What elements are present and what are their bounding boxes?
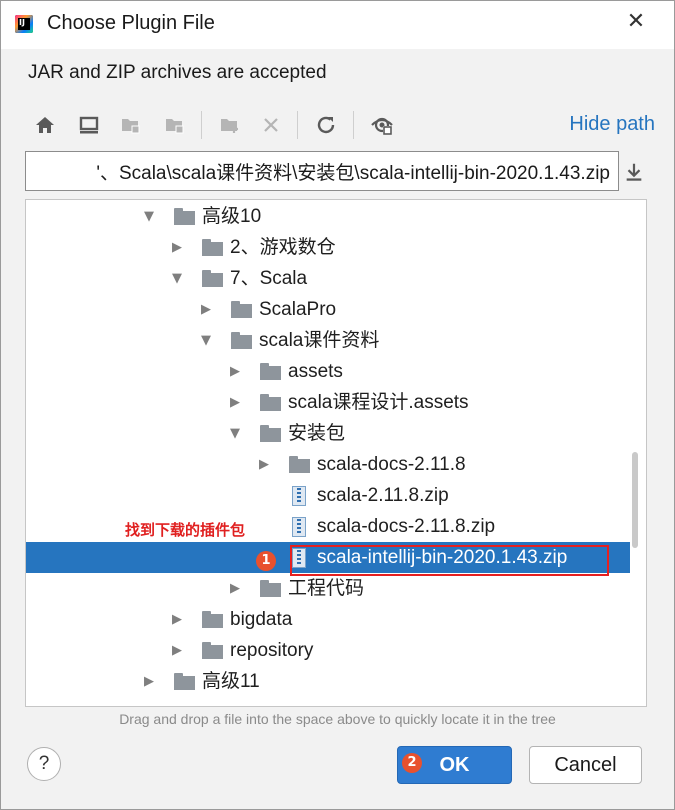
toolbar-separator [201, 111, 202, 139]
folder-icon [260, 394, 281, 411]
dialog-description: JAR and ZIP archives are accepted [28, 62, 327, 83]
folder-icon [260, 363, 281, 380]
file-chooser-toolbar: Hide path [25, 105, 655, 145]
collapsed-arrow-icon[interactable]: ▶ [227, 387, 243, 418]
path-field-container [25, 151, 619, 191]
folder-icon [260, 425, 281, 442]
toolbar-separator [297, 111, 298, 139]
expanded-arrow-icon[interactable]: ▼ [198, 325, 214, 356]
hide-path-link[interactable]: Hide path [569, 113, 655, 136]
expanded-arrow-icon[interactable]: ▼ [227, 418, 243, 449]
tree-item[interactable]: scala-docs-2.11.8.zip [26, 511, 646, 542]
file-path-input[interactable] [26, 152, 618, 190]
collapsed-arrow-icon[interactable]: ▶ [169, 635, 185, 666]
annotation-highlight-box [290, 545, 609, 576]
zip-file-icon [292, 486, 306, 506]
tree-item-label: ScalaPro [259, 299, 337, 320]
tree-item[interactable]: ▶ 2、游戏数仓 [26, 232, 646, 263]
project-icon[interactable] [119, 113, 143, 137]
tree-item[interactable]: ▶ ScalaPro [26, 294, 646, 325]
title-bar: IJ Choose Plugin File ✕ [1, 1, 674, 49]
annotation-find-plugin: 找到下载的插件包 [125, 521, 246, 539]
tree-item-label: scala-docs-2.11.8.zip [317, 516, 496, 537]
tree-item-label: scala课程设计.assets [288, 392, 469, 413]
folder-icon [260, 580, 281, 597]
desktop-icon[interactable] [77, 113, 101, 137]
tree-item[interactable]: ▶ 高级11 [26, 666, 646, 697]
show-hidden-icon[interactable] [370, 113, 394, 137]
collapsed-arrow-icon[interactable]: ▶ [198, 294, 214, 325]
close-button[interactable]: ✕ [619, 7, 653, 37]
tree-item-label: scala课件资料 [259, 330, 380, 351]
step-2-badge: 2 [402, 753, 422, 773]
tree-item[interactable]: ▶ scala课程设计.assets [26, 387, 646, 418]
collapsed-arrow-icon[interactable]: ▶ [227, 356, 243, 387]
tree-item-label: scala-docs-2.11.8 [317, 454, 466, 475]
collapsed-arrow-icon[interactable]: ▶ [256, 449, 272, 480]
tree-item[interactable]: ▼ scala课件资料 [26, 325, 646, 356]
tree-item-label: 7、Scala [230, 268, 308, 289]
choose-plugin-file-dialog: IJ Choose Plugin File ✕ JAR and ZIP arch… [0, 0, 675, 810]
tree-item[interactable]: ▶ scala-docs-2.11.8 [26, 449, 646, 480]
refresh-icon[interactable] [314, 113, 338, 137]
tree-item[interactable]: ▼ 安装包 [26, 418, 646, 449]
tree-item-label: 高级11 [202, 671, 260, 692]
folder-icon [231, 301, 252, 318]
ok-button-label: OK [439, 754, 470, 776]
tree-item-label: repository [230, 640, 314, 661]
intellij-app-icon: IJ [15, 15, 33, 33]
file-tree[interactable]: ▼ 高级10 ▶ 2、游戏数仓 ▼ 7、Scala ▶ ScalaPro ▼ s… [25, 199, 647, 707]
tree-item-label: assets [288, 361, 343, 382]
delete-icon[interactable] [259, 113, 283, 137]
download-icon[interactable] [623, 161, 645, 183]
tree-scrollbar-thumb[interactable] [632, 452, 638, 548]
tree-item[interactable]: ▼ 高级10 [26, 201, 646, 232]
dialog-title: Choose Plugin File [47, 12, 215, 34]
collapsed-arrow-icon[interactable]: ▶ [227, 573, 243, 604]
collapsed-arrow-icon[interactable]: ▶ [141, 666, 157, 697]
step-1-badge: 1 [256, 551, 276, 571]
tree-item-label: 高级10 [202, 206, 262, 227]
help-button[interactable]: ? [27, 747, 61, 781]
tree-item-label: 安装包 [288, 423, 346, 444]
collapsed-arrow-icon[interactable]: ▶ [169, 232, 185, 263]
tree-item[interactable]: ▶ repository [26, 635, 646, 666]
expanded-arrow-icon[interactable]: ▼ [169, 263, 185, 294]
tree-item[interactable]: ▶ 工程代码 [26, 573, 646, 604]
tree-item-label: 工程代码 [288, 578, 365, 599]
tree-item[interactable]: ▶ assets [26, 356, 646, 387]
home-icon[interactable] [33, 113, 57, 137]
drag-drop-hint: Drag and drop a file into the space abov… [119, 711, 556, 727]
tree-item[interactable]: scala-2.11.8.zip [26, 480, 646, 511]
tree-item-label: 2、游戏数仓 [230, 237, 336, 258]
tree-item-label: bigdata [230, 609, 293, 630]
zip-file-icon [292, 517, 306, 537]
module-icon[interactable] [163, 113, 187, 137]
collapsed-arrow-icon[interactable]: ▶ [169, 604, 185, 635]
folder-icon [202, 270, 223, 287]
folder-icon [174, 208, 195, 225]
cancel-button[interactable]: Cancel [529, 746, 642, 784]
folder-icon [202, 642, 223, 659]
new-folder-icon[interactable] [218, 113, 242, 137]
folder-icon [289, 456, 310, 473]
tree-item[interactable]: ▼ 7、Scala [26, 263, 646, 294]
tree-item-label: scala-2.11.8.zip [317, 485, 449, 506]
folder-icon [202, 239, 223, 256]
folder-icon [202, 611, 223, 628]
tree-item[interactable]: ▶ bigdata [26, 604, 646, 635]
toolbar-separator [353, 111, 354, 139]
folder-icon [231, 332, 252, 349]
folder-icon [174, 673, 195, 690]
expanded-arrow-icon[interactable]: ▼ [141, 201, 157, 232]
